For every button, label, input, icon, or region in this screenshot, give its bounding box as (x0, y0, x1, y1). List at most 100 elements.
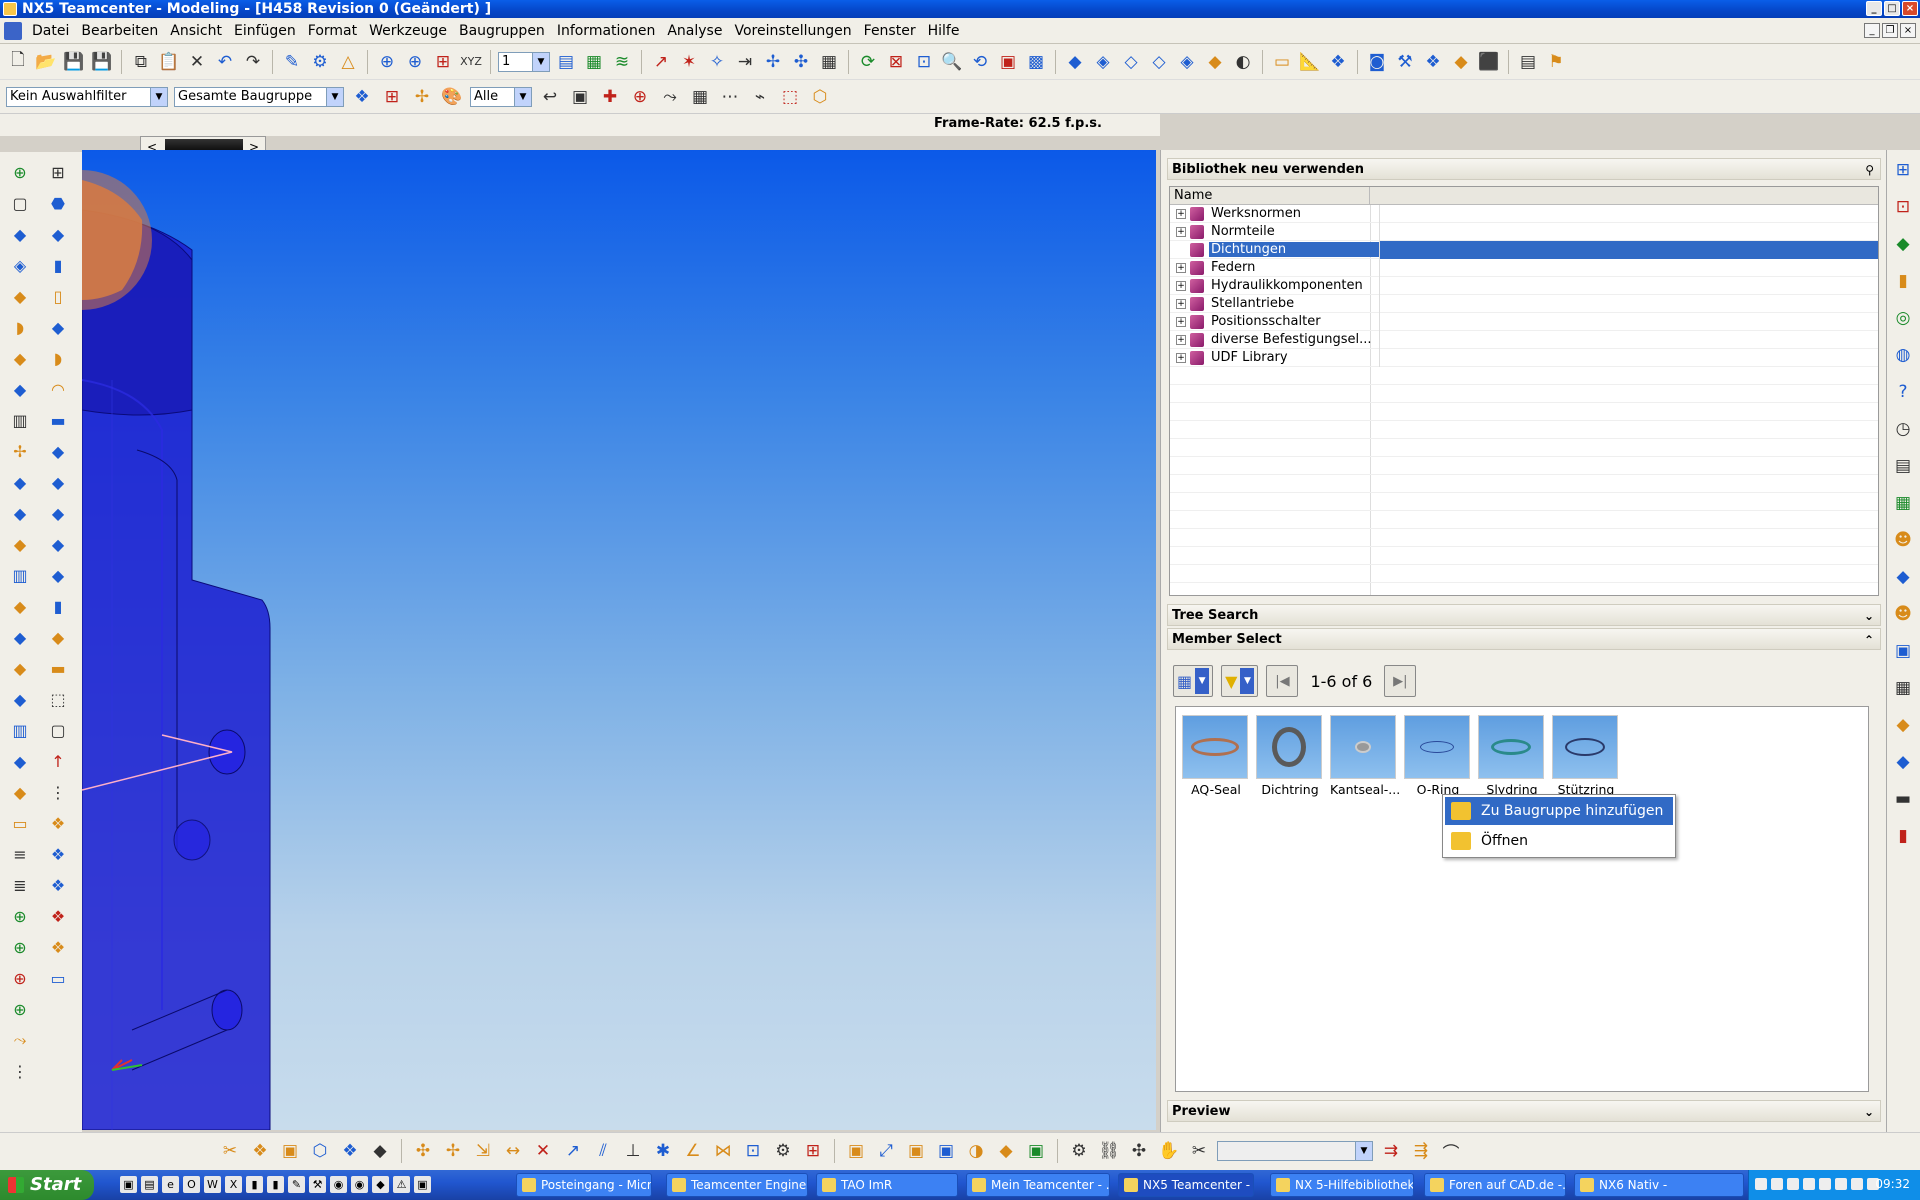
grid-icon[interactable]: ▦ (817, 50, 841, 74)
library-tree-row[interactable]: + UDF Library (1170, 348, 1878, 367)
fit-icon[interactable]: ⊠ (884, 50, 908, 74)
selection-filter-combo[interactable]: Kein Auswahlfilter ▼ (6, 86, 168, 107)
line-icon[interactable]: ⌒ (1439, 1139, 1463, 1164)
promote-icon[interactable]: ✣ (1127, 1139, 1151, 1163)
new-file-icon[interactable]: 🗋 (6, 50, 30, 74)
edge-blend-icon[interactable]: ◆ (8, 656, 32, 680)
transform-icon[interactable]: ✧ (705, 50, 729, 74)
cone-icon[interactable]: ▯ (46, 284, 70, 308)
snap-icon[interactable]: ⊕ (403, 50, 427, 74)
grid-sheet-icon[interactable]: ▦ (1891, 676, 1915, 700)
pattern-icon[interactable]: ✢ (8, 439, 32, 463)
library-tree-row[interactable]: + Federn (1170, 258, 1878, 277)
layer-combo[interactable]: 1 ▼ (498, 51, 550, 72)
measure-distance-icon[interactable]: 📐 (1298, 50, 1322, 74)
images-icon[interactable]: ▣ (1891, 639, 1915, 663)
library-tree-row[interactable]: + diverse Befestigungsel... (1170, 330, 1878, 349)
move-component-icon[interactable]: ✣ (411, 1139, 435, 1163)
select-face-icon[interactable]: ✚ (598, 85, 622, 109)
hide-component-icon[interactable]: ◆ (368, 1139, 392, 1163)
palette-expand-icon[interactable]: ⋮ (8, 1059, 32, 1083)
components-icon[interactable]: ❖ (1421, 50, 1445, 74)
edit-object-icon[interactable]: ✎ (280, 50, 304, 74)
menu-baugruppen[interactable]: Baugruppen (455, 23, 553, 39)
shaded-edges-icon[interactable]: ◈ (1091, 50, 1115, 74)
split-icon[interactable]: ◆ (8, 625, 32, 649)
copy-icon[interactable]: ⧉ (129, 50, 153, 74)
book-icon[interactable]: ▥ (8, 563, 32, 587)
doc-minimize-button[interactable]: _ (1864, 23, 1880, 38)
curve-icon[interactable]: ⤳ (8, 1028, 32, 1052)
explorer-icon[interactable]: ▤ (141, 1176, 158, 1193)
reset-filter-icon[interactable]: ↩ (538, 85, 562, 109)
library-tree-row[interactable]: + Hydraulikkomponenten (1170, 276, 1878, 295)
reposition-icon[interactable]: ❖ (46, 842, 70, 866)
task-mein-teamcenter[interactable]: Mein Teamcenter - ... (966, 1173, 1110, 1197)
member-kantseal[interactable]: Kantseal-... (1330, 715, 1400, 797)
task-tao-imr[interactable]: TAO ImR (816, 1173, 958, 1197)
bond-icon[interactable]: ⋈ (711, 1139, 735, 1163)
tool-launch-icon[interactable]: ⚒ (309, 1176, 326, 1193)
pad-icon[interactable]: ◆ (46, 439, 70, 463)
sew-icon[interactable]: ▮ (46, 594, 70, 618)
roles-icon[interactable]: ☻ (1891, 528, 1915, 552)
member-o-ring[interactable]: O-Ring (1404, 715, 1472, 797)
menu-einfuegen[interactable]: Einfügen (230, 23, 304, 39)
mate-icon[interactable]: ❖ (46, 873, 70, 897)
component-array-icon[interactable]: ❖ (46, 811, 70, 835)
palette-icon[interactable]: ▦ (1891, 491, 1915, 515)
tray-icon-6[interactable] (1835, 1178, 1847, 1190)
groove-icon[interactable]: ◠ (46, 377, 70, 401)
render-icon[interactable]: △ (336, 50, 360, 74)
fix-icon[interactable]: ↗ (561, 1139, 585, 1163)
tools-icon[interactable]: ⚒ (1393, 50, 1417, 74)
explosion-combo[interactable]: ▼ (1217, 1141, 1373, 1161)
view-icon[interactable]: ▩ (1024, 50, 1048, 74)
cylinder-icon[interactable]: ▮ (46, 253, 70, 277)
cube-icon[interactable]: ◆ (46, 222, 70, 246)
unexplode-icon[interactable]: ◆ (994, 1139, 1018, 1163)
assembly-constraint-icon[interactable]: ✢ (441, 1139, 465, 1163)
properties-icon[interactable]: ⚙ (308, 50, 332, 74)
doc-close-button[interactable]: × (1900, 23, 1916, 38)
doc-icon[interactable]: ▮ (267, 1176, 284, 1193)
chevron-down-icon[interactable]: ⌄ (1864, 605, 1874, 627)
angle-icon[interactable]: ∠ (681, 1139, 705, 1163)
section-icon[interactable]: ▭ (1270, 50, 1294, 74)
ie-icon[interactable]: e (162, 1176, 179, 1193)
tree-column-header[interactable]: Name (1170, 187, 1878, 205)
customize-icon[interactable]: ⚑ (1544, 50, 1568, 74)
analysis-icon[interactable]: ✢ (761, 50, 785, 74)
static-wire-icon[interactable]: ◈ (1175, 50, 1199, 74)
help-icon[interactable]: ? (1891, 380, 1915, 404)
sequence-icon[interactable]: ▣ (844, 1139, 868, 1163)
filter-button[interactable]: ▼ ▼ (1221, 665, 1259, 697)
move-layer-icon[interactable]: ≋ (610, 50, 634, 74)
wave-geometry-icon[interactable]: ⚙ (1067, 1139, 1091, 1163)
window-title-bar[interactable]: NX5 Teamcenter - Modeling - [H458 Revisi… (0, 0, 1920, 18)
expand-icon[interactable]: + (1176, 352, 1186, 363)
doc-restore-button[interactable]: ❐ (1882, 23, 1898, 38)
snap-mid-icon[interactable]: ▦ (688, 85, 712, 109)
wcs-xyz-icon[interactable]: XYZ (459, 50, 483, 74)
component-cube-icon[interactable]: ⬡ (308, 1139, 332, 1163)
auto-explode-icon[interactable]: ◑ (964, 1139, 988, 1163)
shell-icon[interactable]: ▥ (8, 718, 32, 742)
distance-icon[interactable]: ↔ (501, 1139, 525, 1163)
expand-icon[interactable]: + (1176, 262, 1186, 273)
constraint-navigator-icon[interactable]: ⊡ (1891, 195, 1915, 219)
task-posteingang[interactable]: Posteingang - Micro... (516, 1173, 652, 1197)
snap-center-icon[interactable]: ⋯ (718, 85, 742, 109)
app1-icon[interactable]: ◉ (330, 1176, 347, 1193)
tube-icon[interactable]: ◗ (46, 346, 70, 370)
menu-werkzeuge[interactable]: Werkzeuge (365, 23, 455, 39)
body-icon[interactable]: ◆ (46, 563, 70, 587)
tray-icon-4[interactable] (1803, 1178, 1815, 1190)
studio-icon[interactable]: ◆ (1203, 50, 1227, 74)
chevron-up-icon[interactable]: ⌃ (1864, 629, 1874, 651)
column-name[interactable]: Name (1170, 187, 1370, 204)
assembly-palette-icon[interactable]: ⊞ (46, 160, 70, 184)
layer-visible-icon[interactable]: ▦ (582, 50, 606, 74)
paste-icon[interactable]: 📋 (157, 50, 181, 74)
route-icon[interactable]: ⇥ (733, 50, 757, 74)
